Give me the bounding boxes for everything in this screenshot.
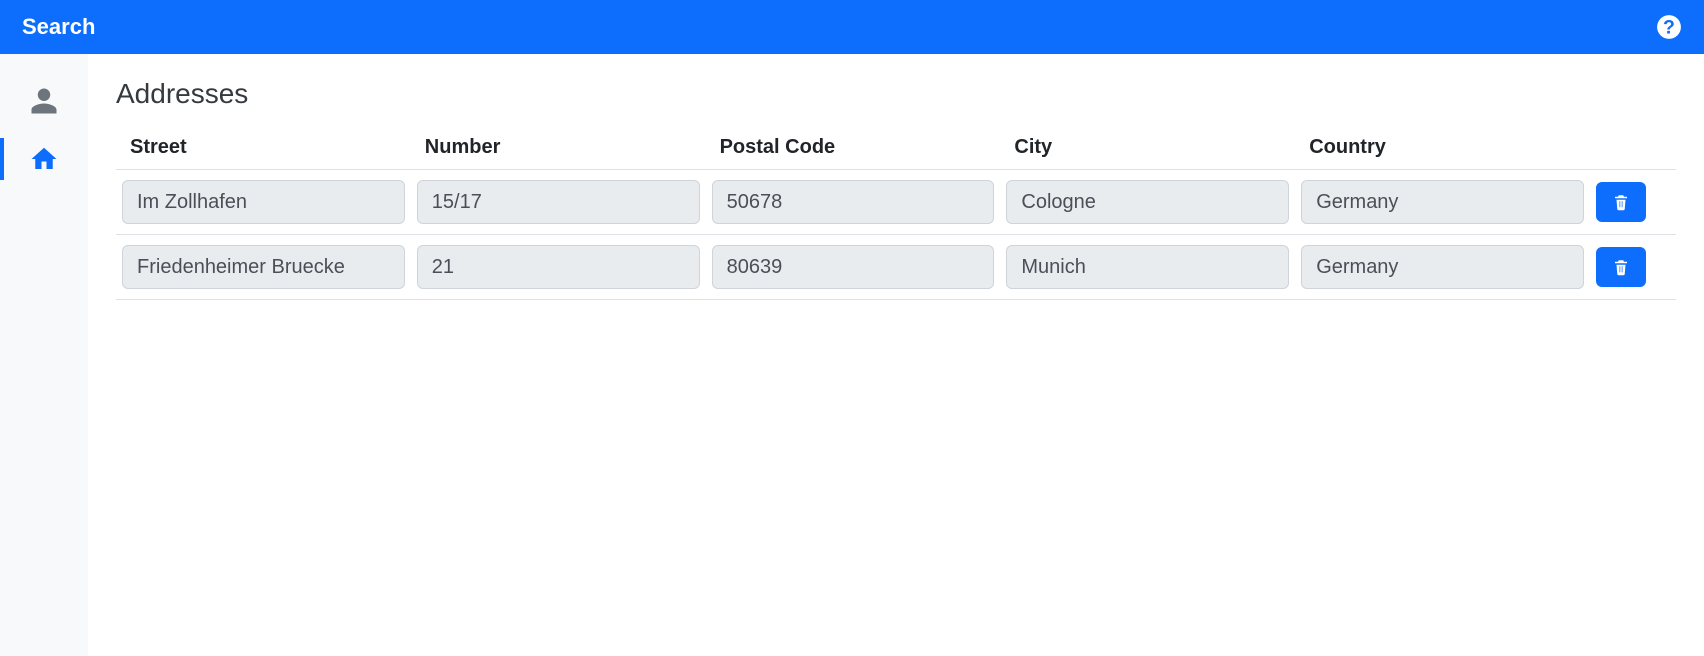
addresses-table: Street Number Postal Code City Country: [116, 126, 1676, 300]
street-input[interactable]: [122, 245, 405, 289]
country-input[interactable]: [1301, 245, 1584, 289]
postal-input[interactable]: [712, 180, 995, 224]
country-input[interactable]: [1301, 180, 1584, 224]
section-title: Addresses: [116, 78, 1676, 110]
table-row: [116, 170, 1676, 235]
street-input[interactable]: [122, 180, 405, 224]
help-icon: ?: [1656, 14, 1682, 40]
postal-input[interactable]: [712, 245, 995, 289]
table-row: [116, 235, 1676, 300]
col-header-city: City: [1000, 126, 1295, 170]
sidebar-item-addresses[interactable]: [0, 130, 88, 188]
topbar-title: Search: [22, 14, 95, 40]
col-header-postal: Postal Code: [706, 126, 1001, 170]
number-input[interactable]: [417, 180, 700, 224]
col-header-street: Street: [116, 126, 411, 170]
trash-icon: [1612, 258, 1630, 276]
person-icon: [29, 86, 59, 116]
sidebar-item-person[interactable]: [0, 72, 88, 130]
home-icon: [29, 144, 59, 174]
trash-icon: [1612, 193, 1630, 211]
col-header-country: Country: [1295, 126, 1590, 170]
svg-text:?: ?: [1663, 17, 1675, 39]
col-header-number: Number: [411, 126, 706, 170]
col-header-actions: [1590, 126, 1676, 170]
city-input[interactable]: [1006, 180, 1289, 224]
city-input[interactable]: [1006, 245, 1289, 289]
delete-row-button[interactable]: [1596, 247, 1646, 287]
main-content: Addresses Street Number Postal Code City…: [88, 54, 1704, 656]
help-button[interactable]: ?: [1656, 14, 1682, 40]
sidebar: [0, 54, 88, 656]
delete-row-button[interactable]: [1596, 182, 1646, 222]
table-header-row: Street Number Postal Code City Country: [116, 126, 1676, 170]
body-wrap: Addresses Street Number Postal Code City…: [0, 54, 1704, 656]
topbar: Search ?: [0, 0, 1704, 54]
number-input[interactable]: [417, 245, 700, 289]
